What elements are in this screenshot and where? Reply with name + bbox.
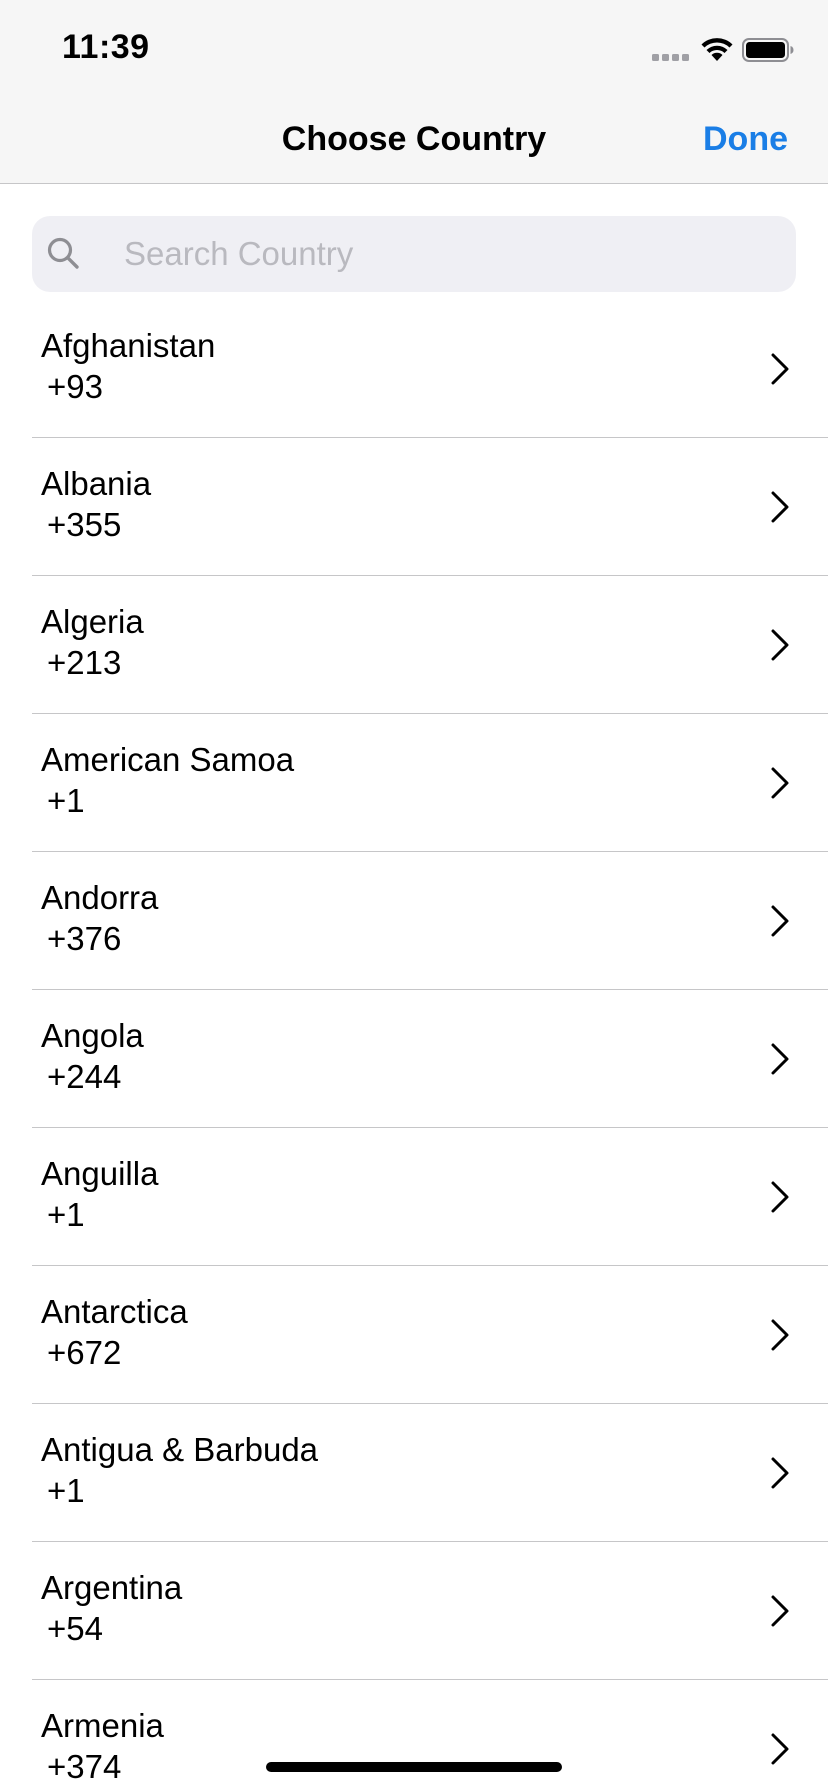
signal-icon xyxy=(652,54,689,61)
country-name: Antarctica xyxy=(41,1293,188,1330)
country-dial-code: +93 xyxy=(47,368,103,405)
country-row[interactable]: Afghanistan +93 xyxy=(32,300,828,438)
chevron-right-icon xyxy=(771,1043,789,1075)
country-name: Andorra xyxy=(41,879,159,916)
country-row[interactable]: Antarctica +672 xyxy=(32,1266,828,1404)
country-dial-code: +376 xyxy=(47,920,122,957)
country-name: Angola xyxy=(41,1017,144,1054)
country-list: Afghanistan +93 Albania +355 Algeria +21… xyxy=(0,300,828,1792)
chevron-right-icon xyxy=(771,1319,789,1351)
chevron-right-icon xyxy=(771,1457,789,1489)
app-screen: 11:39 Choose Country Done Afghanis xyxy=(0,0,828,1792)
status-time: 11:39 xyxy=(62,28,150,66)
country-dial-code: +1 xyxy=(47,782,85,819)
country-dial-code: +1 xyxy=(47,1472,85,1509)
battery-icon xyxy=(742,38,794,62)
country-row[interactable]: Angola +244 xyxy=(32,990,828,1128)
country-name: Armenia xyxy=(41,1707,164,1744)
navigation-header: 11:39 Choose Country Done xyxy=(0,0,828,184)
country-row[interactable]: American Samoa +1 xyxy=(32,714,828,852)
country-row[interactable]: Anguilla +1 xyxy=(32,1128,828,1266)
chevron-right-icon xyxy=(771,353,789,385)
country-name: American Samoa xyxy=(41,741,295,778)
chevron-right-icon xyxy=(771,1595,789,1627)
country-row[interactable]: Antigua & Barbuda +1 xyxy=(32,1404,828,1542)
chevron-right-icon xyxy=(771,1181,789,1213)
country-row[interactable]: Armenia +374 xyxy=(32,1680,828,1792)
country-row[interactable]: Argentina +54 xyxy=(32,1542,828,1680)
country-dial-code: +213 xyxy=(47,644,122,681)
chevron-right-icon xyxy=(771,629,789,661)
done-button[interactable]: Done xyxy=(703,118,788,160)
country-dial-code: +54 xyxy=(47,1610,103,1647)
chevron-right-icon xyxy=(771,905,789,937)
search-icon xyxy=(47,237,79,269)
home-indicator[interactable] xyxy=(266,1762,562,1772)
country-dial-code: +1 xyxy=(47,1196,85,1233)
country-name: Albania xyxy=(41,465,152,502)
chevron-right-icon xyxy=(771,767,789,799)
chevron-right-icon xyxy=(771,491,789,523)
chevron-right-icon xyxy=(771,1733,789,1765)
country-row[interactable]: Algeria +213 xyxy=(32,576,828,714)
country-row[interactable]: Albania +355 xyxy=(32,438,828,576)
country-row[interactable]: Andorra +376 xyxy=(32,852,828,990)
country-name: Algeria xyxy=(41,603,144,640)
country-name: Argentina xyxy=(41,1569,183,1606)
search-input[interactable] xyxy=(92,216,782,292)
country-dial-code: +672 xyxy=(47,1334,122,1371)
wifi-icon xyxy=(701,38,733,61)
country-dial-code: +374 xyxy=(47,1748,122,1785)
country-name: Afghanistan xyxy=(41,327,216,364)
search-bar[interactable] xyxy=(32,216,796,292)
country-name: Antigua & Barbuda xyxy=(41,1431,319,1468)
country-dial-code: +355 xyxy=(47,506,122,543)
country-name: Anguilla xyxy=(41,1155,159,1192)
country-dial-code: +244 xyxy=(47,1058,122,1095)
